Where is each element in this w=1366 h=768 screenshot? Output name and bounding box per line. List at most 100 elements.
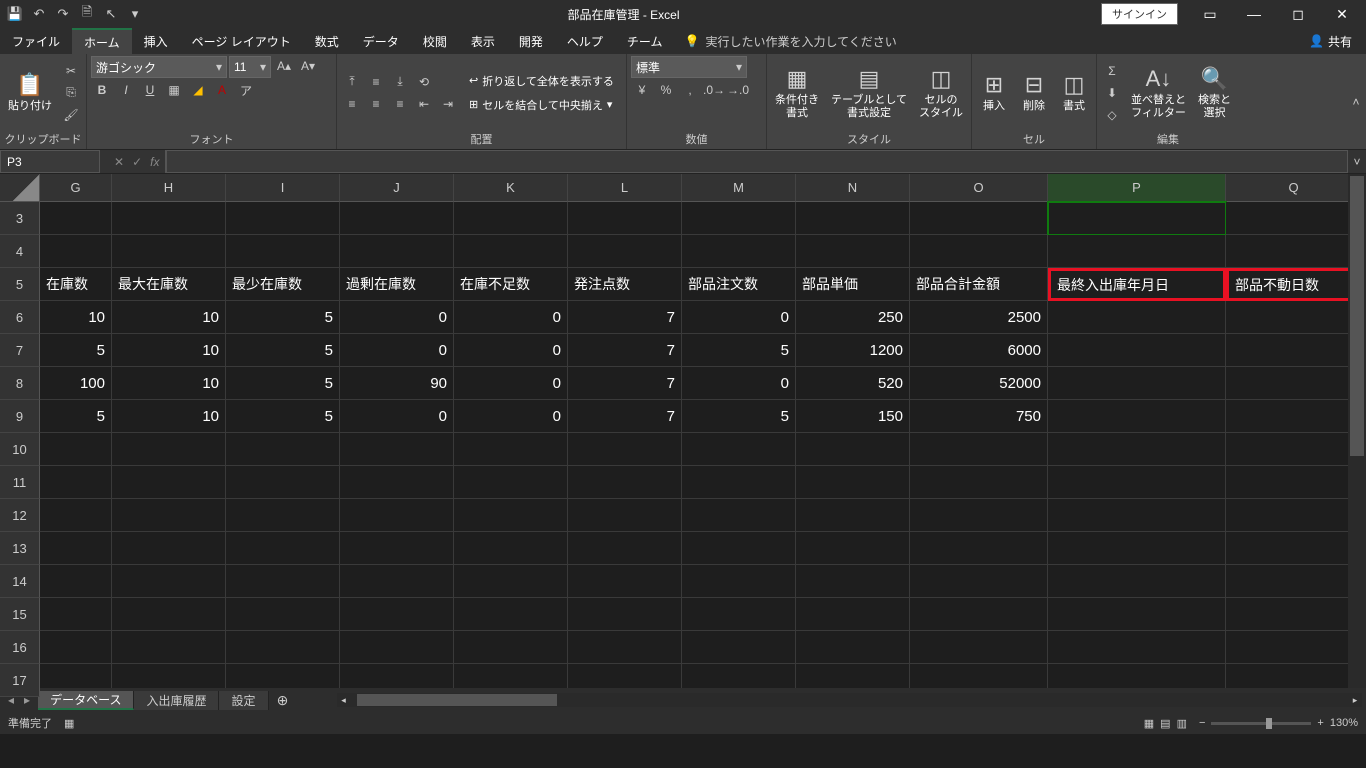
row-header[interactable]: 11 xyxy=(0,466,40,499)
select-all-corner[interactable] xyxy=(0,174,40,202)
name-box[interactable]: ▾ xyxy=(0,150,100,173)
cell[interactable] xyxy=(682,664,796,688)
cell[interactable] xyxy=(40,202,112,235)
align-bottom-icon[interactable]: ⤓ xyxy=(389,72,411,92)
cell[interactable] xyxy=(340,664,454,688)
cell[interactable] xyxy=(910,631,1048,664)
cell[interactable] xyxy=(454,202,568,235)
cell[interactable] xyxy=(568,499,682,532)
cell[interactable]: 0 xyxy=(340,400,454,433)
row-header[interactable]: 16 xyxy=(0,631,40,664)
cell[interactable] xyxy=(340,532,454,565)
cell[interactable] xyxy=(568,202,682,235)
decrease-indent-icon[interactable]: ⇤ xyxy=(413,94,435,114)
zoom-out-icon[interactable]: − xyxy=(1199,717,1205,729)
cell[interactable] xyxy=(910,532,1048,565)
comma-icon[interactable]: , xyxy=(679,80,701,100)
cell[interactable] xyxy=(1226,664,1362,688)
orientation-icon[interactable]: ⟲ xyxy=(413,72,435,92)
cell[interactable] xyxy=(682,631,796,664)
signin-button[interactable]: サインイン xyxy=(1101,3,1178,25)
ribbon-tab-ページ レイアウト[interactable]: ページ レイアウト xyxy=(180,28,303,54)
cell[interactable] xyxy=(340,466,454,499)
bold-icon[interactable]: B xyxy=(91,80,113,100)
share-button[interactable]: 👤 共有 xyxy=(1295,28,1366,54)
cell[interactable] xyxy=(796,433,910,466)
save-icon[interactable]: 💾 xyxy=(4,3,26,25)
cell[interactable] xyxy=(226,664,340,688)
cell[interactable] xyxy=(1048,433,1226,466)
cell-styles-button[interactable]: ◫セルの スタイル xyxy=(915,64,967,120)
add-sheet-button[interactable]: ⊕ xyxy=(269,692,297,709)
row-header[interactable]: 15 xyxy=(0,598,40,631)
copy-icon[interactable]: ⎘ xyxy=(60,83,82,103)
cell[interactable] xyxy=(454,532,568,565)
cell[interactable] xyxy=(796,466,910,499)
border-icon[interactable]: ▦ xyxy=(163,80,185,100)
print-preview-icon[interactable]: 🗎 xyxy=(76,3,98,25)
cell[interactable] xyxy=(1048,466,1226,499)
decrease-font-icon[interactable]: A▾ xyxy=(297,56,319,76)
cell[interactable] xyxy=(796,532,910,565)
cell[interactable] xyxy=(454,598,568,631)
cell[interactable]: 250 xyxy=(796,301,910,334)
normal-view-icon[interactable]: ▦ xyxy=(1144,717,1154,730)
fill-color-icon[interactable]: ◢ xyxy=(187,80,209,100)
format-painter-icon[interactable]: 🖌 xyxy=(60,105,82,125)
column-header[interactable]: P xyxy=(1048,174,1226,202)
cell[interactable] xyxy=(40,466,112,499)
cell[interactable]: 5 xyxy=(682,400,796,433)
merge-center-button[interactable]: ⊞セルを結合して中央揃え▾ xyxy=(463,94,620,116)
row-header[interactable]: 6 xyxy=(0,301,40,334)
column-header[interactable]: N xyxy=(796,174,910,202)
cell[interactable]: 7 xyxy=(568,367,682,400)
cell[interactable]: 150 xyxy=(796,400,910,433)
cell[interactable]: 0 xyxy=(682,301,796,334)
cell[interactable]: 5 xyxy=(226,334,340,367)
cell[interactable]: 5 xyxy=(226,367,340,400)
cell[interactable] xyxy=(1048,400,1226,433)
row-header[interactable]: 9 xyxy=(0,400,40,433)
fill-icon[interactable]: ⬇ xyxy=(1101,83,1123,103)
cell[interactable] xyxy=(796,664,910,688)
cell[interactable] xyxy=(40,499,112,532)
row-header[interactable]: 8 xyxy=(0,367,40,400)
sheet-tab[interactable]: 入出庫履歴 xyxy=(134,691,219,710)
clear-icon[interactable]: ◇ xyxy=(1101,105,1123,125)
align-top-icon[interactable]: ⤒ xyxy=(341,72,363,92)
cell[interactable] xyxy=(112,565,226,598)
cell[interactable] xyxy=(40,532,112,565)
font-name-combo[interactable]: ▾ xyxy=(91,56,227,78)
horizontal-scrollbar[interactable]: ◂ ▸ xyxy=(337,693,1363,707)
macro-icon[interactable]: ▦ xyxy=(64,717,74,730)
cell[interactable] xyxy=(40,598,112,631)
increase-decimal-icon[interactable]: .0→ xyxy=(703,80,725,100)
cell[interactable] xyxy=(568,235,682,268)
cell[interactable]: 5 xyxy=(226,400,340,433)
cell[interactable] xyxy=(1048,301,1226,334)
ribbon-tab-数式[interactable]: 数式 xyxy=(303,28,351,54)
cell[interactable] xyxy=(1048,631,1226,664)
cell[interactable]: 520 xyxy=(796,367,910,400)
cell[interactable] xyxy=(910,433,1048,466)
formula-input[interactable] xyxy=(166,150,1348,173)
paste-button[interactable]: 📋 貼り付け xyxy=(4,70,56,114)
cell[interactable]: 0 xyxy=(454,301,568,334)
column-header[interactable]: L xyxy=(568,174,682,202)
delete-cells-button[interactable]: ⊟削除 xyxy=(1016,70,1052,114)
cell[interactable]: 0 xyxy=(340,334,454,367)
align-right-icon[interactable]: ≡ xyxy=(389,94,411,114)
row-header[interactable]: 10 xyxy=(0,433,40,466)
underline-icon[interactable]: U xyxy=(139,80,161,100)
undo-icon[interactable]: ↶ xyxy=(28,3,50,25)
cell[interactable]: 発注点数 xyxy=(568,268,682,301)
zoom-handle[interactable] xyxy=(1266,718,1272,729)
cell[interactable] xyxy=(1048,565,1226,598)
cell[interactable] xyxy=(1226,301,1362,334)
enter-formula-icon[interactable]: ✓ xyxy=(132,155,142,169)
cell[interactable] xyxy=(910,664,1048,688)
cell[interactable] xyxy=(40,565,112,598)
row-header[interactable]: 3 xyxy=(0,202,40,235)
expand-formula-bar-icon[interactable]: ˅ xyxy=(1348,150,1366,173)
ribbon-options-icon[interactable]: ▭ xyxy=(1190,2,1230,26)
